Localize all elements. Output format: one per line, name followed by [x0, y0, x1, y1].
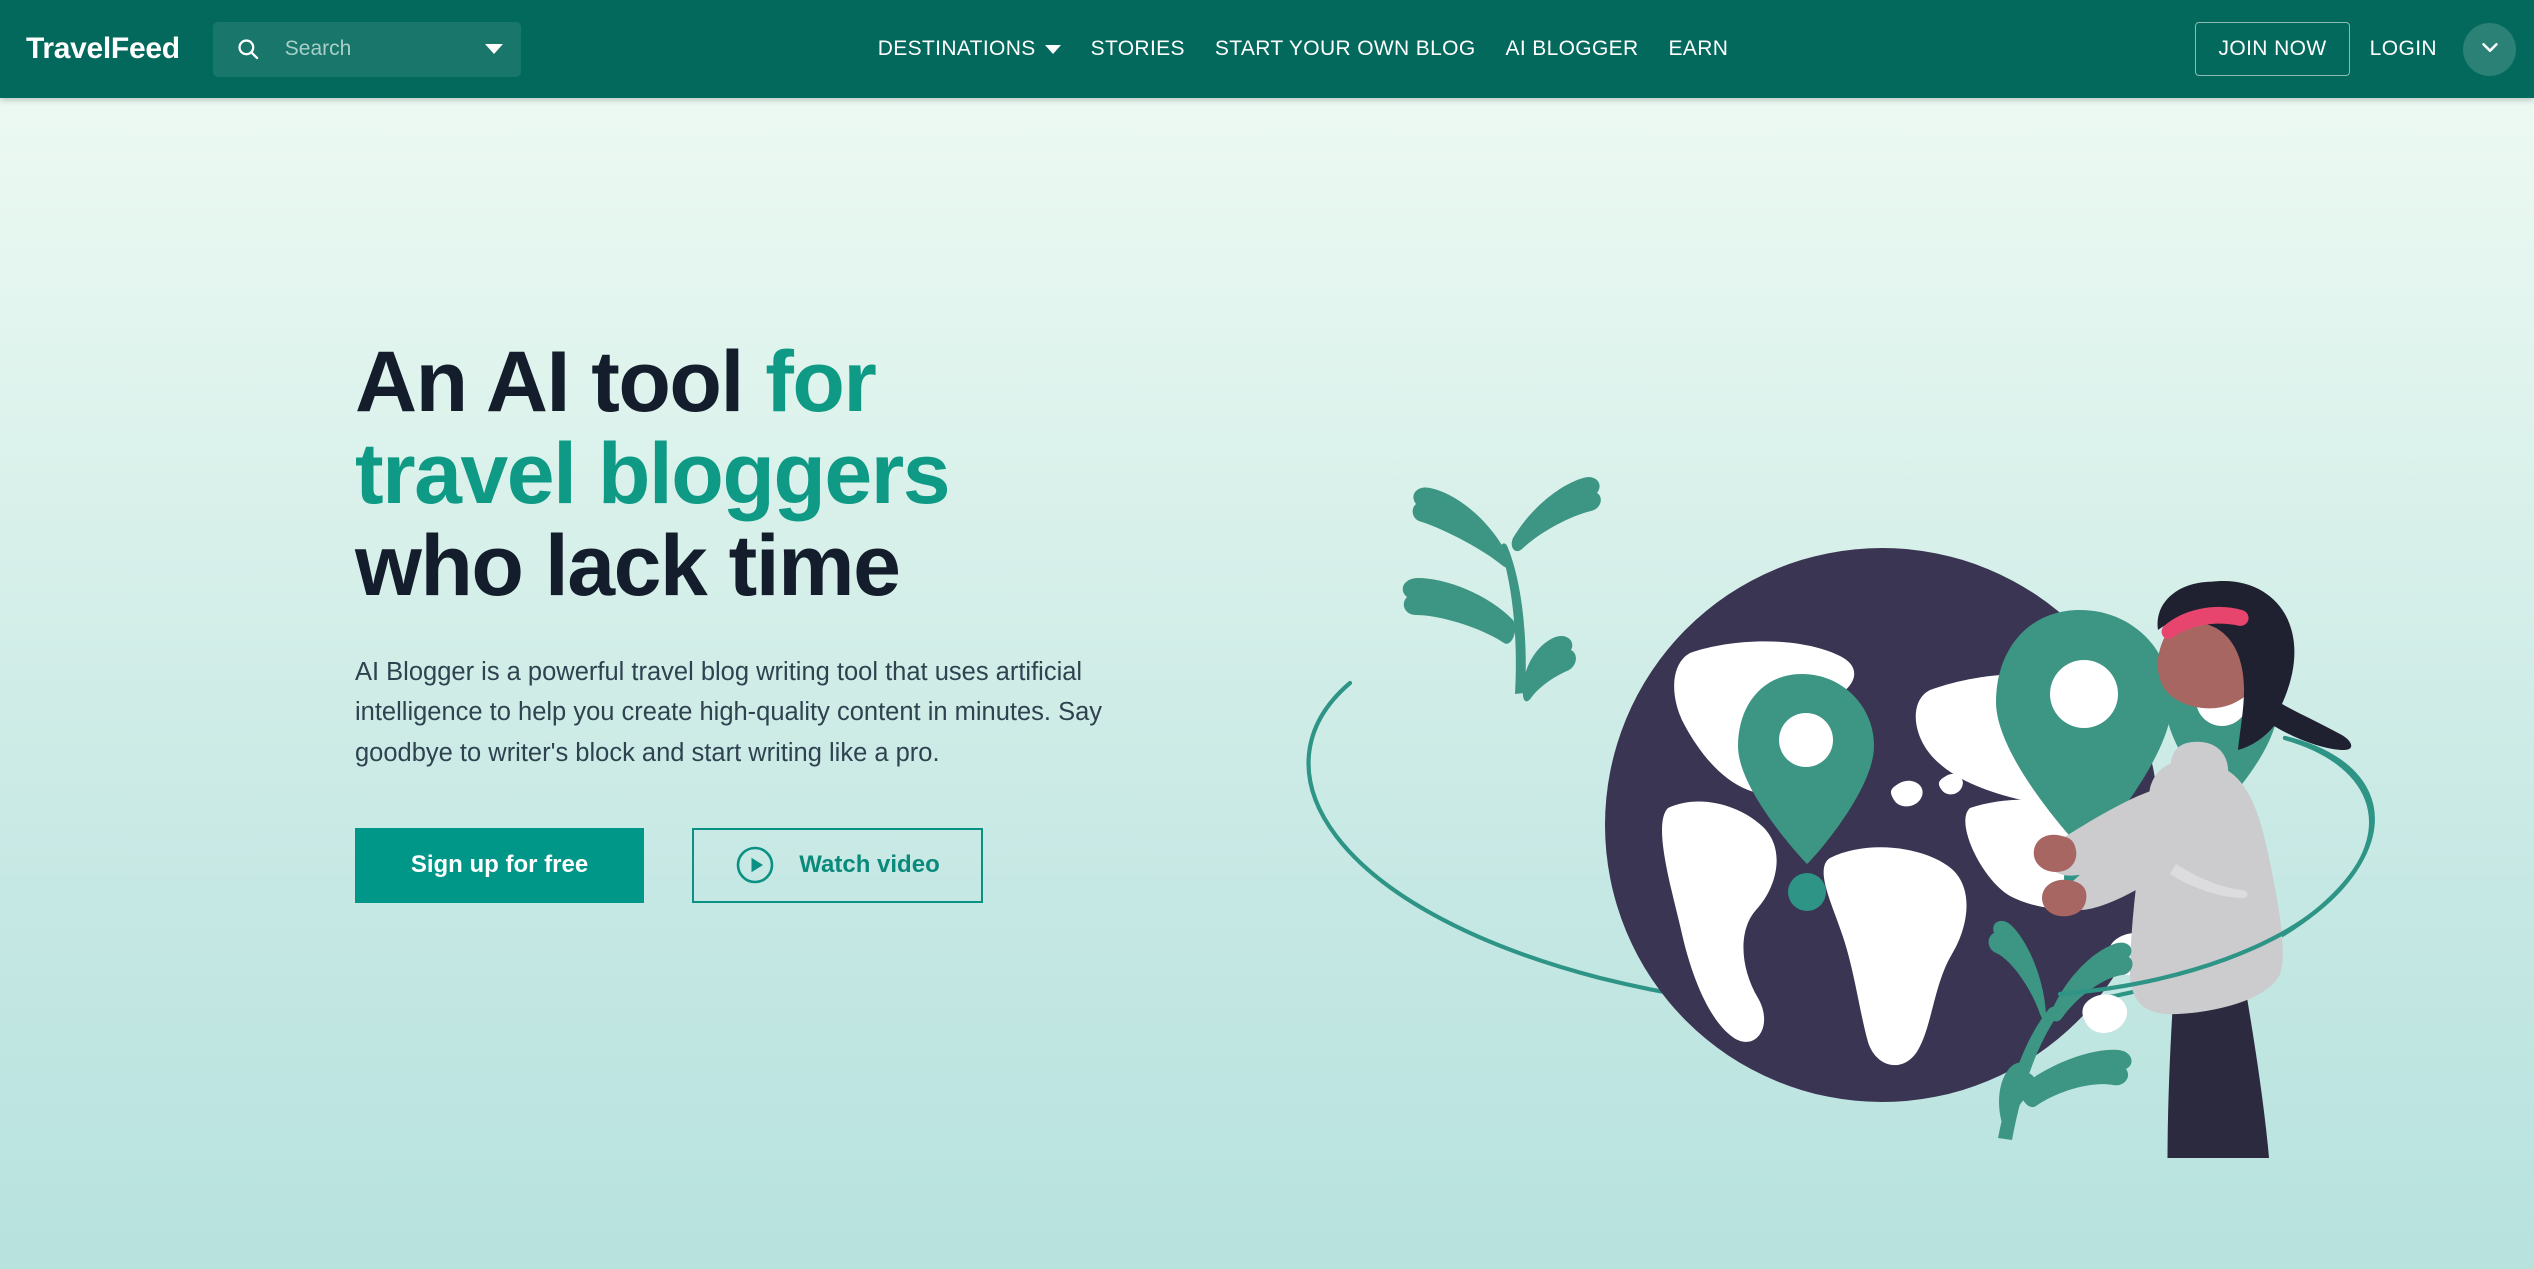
hero-section: An AI tool for travel bloggers who lack … [0, 98, 2534, 1269]
sign-up-for-free-button[interactable]: Sign up for free [355, 827, 644, 903]
caret-down-icon[interactable] [484, 44, 503, 54]
search-icon [235, 36, 261, 62]
search-input[interactable] [284, 21, 455, 77]
watch-video-button[interactable]: Watch video [692, 827, 983, 903]
nav-link-earn[interactable]: EARN [1654, 37, 1744, 61]
headline-line-2-accent: travel bloggers [355, 426, 951, 523]
watch-video-label: Watch video [799, 851, 940, 879]
chevron-down-icon [1044, 44, 1061, 54]
headline-line-3-dark: who lack time [355, 518, 901, 615]
account-menu-button[interactable] [2463, 22, 2516, 76]
search-box[interactable] [212, 21, 521, 77]
chevron-down-icon [2477, 34, 2503, 65]
hero-copy: An AI tool for travel bloggers who lack … [355, 336, 1255, 903]
plant-left [1402, 477, 1601, 702]
headline-line-1-accent: for [765, 334, 877, 430]
nav-actions: JOIN NOW LOGIN [2195, 22, 2516, 76]
woman-holding-globe-illustration [1306, 477, 2375, 1158]
headline-line-1-dark: An AI tool [355, 334, 766, 430]
nav-link-stories[interactable]: STORIES [1076, 37, 1200, 61]
nav-link-destinations-label: DESTINATIONS [877, 37, 1036, 60]
login-button[interactable]: LOGIN [2350, 23, 2457, 75]
hero-cta-row: Sign up for free Watch video [355, 827, 1255, 903]
play-circle-icon [735, 845, 775, 885]
primary-nav-links: DESTINATIONS STORIES START YOUR OWN BLOG… [863, 37, 1744, 61]
hero-illustration [1270, 338, 2390, 1158]
nav-link-start-your-own-blog[interactable]: START YOUR OWN BLOG [1200, 37, 1491, 61]
hero-description: AI Blogger is a powerful travel blog wri… [355, 658, 1103, 767]
join-now-button[interactable]: JOIN NOW [2195, 22, 2350, 76]
page-title: An AI tool for travel bloggers who lack … [355, 336, 1255, 612]
nav-link-ai-blogger[interactable]: AI BLOGGER [1491, 37, 1654, 61]
top-navigation-bar: TravelFeed DESTINATIONS STORIES START YO… [0, 0, 2534, 98]
nav-link-destinations[interactable]: DESTINATIONS [863, 37, 1076, 61]
brand-logo[interactable]: TravelFeed [26, 32, 180, 66]
